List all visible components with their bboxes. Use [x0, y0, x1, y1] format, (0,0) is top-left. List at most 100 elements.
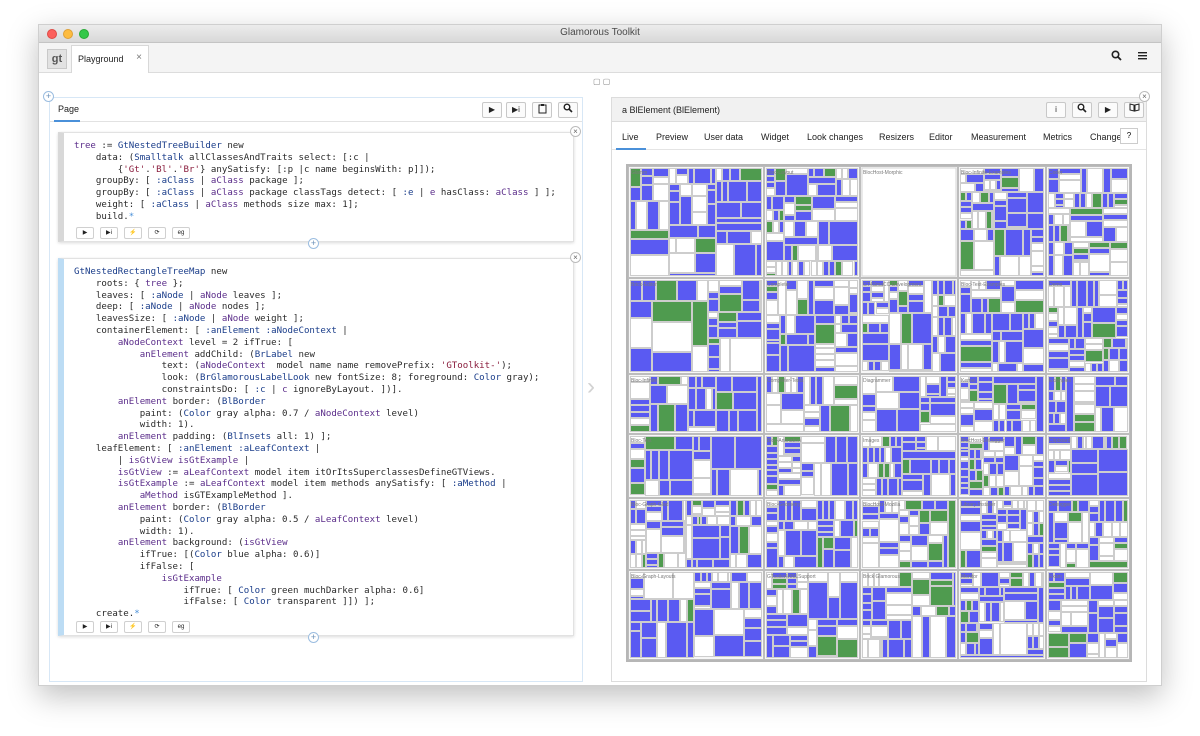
- leaf-cell[interactable]: [668, 599, 680, 622]
- leaf-cell[interactable]: [1106, 436, 1112, 449]
- leaf-cell[interactable]: [1031, 237, 1044, 243]
- leaf-cell[interactable]: [1091, 363, 1097, 372]
- leaf-cell[interactable]: [812, 209, 835, 221]
- leaf-cell[interactable]: [966, 643, 975, 655]
- leaf-cell[interactable]: [1117, 290, 1128, 298]
- leaf-cell[interactable]: [841, 315, 849, 324]
- leaf-cell[interactable]: [1103, 227, 1116, 242]
- leaf-cell[interactable]: [960, 600, 966, 611]
- leaf-cell[interactable]: [817, 656, 837, 658]
- leaf-cell[interactable]: [728, 181, 747, 202]
- leaf-cell[interactable]: [716, 202, 741, 218]
- leaf-cell[interactable]: [909, 510, 919, 516]
- leaf-cell[interactable]: [742, 300, 760, 312]
- leaf-cell[interactable]: [766, 393, 781, 405]
- leaf-cell[interactable]: [1027, 511, 1033, 523]
- leaf-cell[interactable]: [1114, 606, 1128, 613]
- leaf-cell[interactable]: [979, 638, 993, 655]
- leaf-cell[interactable]: [1103, 338, 1112, 348]
- leaf-cell[interactable]: [715, 500, 730, 506]
- leaf-cell[interactable]: [766, 542, 778, 548]
- leaf-cell[interactable]: [758, 469, 762, 496]
- leaf-cell[interactable]: [981, 520, 997, 526]
- leaf-cell[interactable]: [636, 201, 647, 230]
- leaf-cell[interactable]: [657, 622, 666, 658]
- tab-change[interactable]: Change: [1090, 132, 1122, 142]
- leaf-cell[interactable]: [938, 280, 944, 295]
- leaf-cell[interactable]: [630, 301, 652, 318]
- leaf-cell[interactable]: [733, 392, 757, 410]
- leaf-cell[interactable]: [1033, 623, 1039, 636]
- leaf-cell[interactable]: [999, 584, 1010, 587]
- leaf-cell[interactable]: [820, 405, 830, 432]
- leaf-cell[interactable]: [947, 376, 956, 382]
- leaf-cell[interactable]: [871, 637, 888, 639]
- leaf-cell[interactable]: [766, 606, 777, 614]
- leaf-cell[interactable]: [849, 315, 858, 324]
- leaf-cell[interactable]: [972, 192, 980, 203]
- snippet-example-button[interactable]: eg: [172, 227, 190, 239]
- leaf-cell[interactable]: [960, 457, 969, 461]
- leaf-cell[interactable]: [766, 355, 780, 372]
- leaf-cell[interactable]: [687, 622, 694, 658]
- leaf-cell[interactable]: [1073, 242, 1089, 248]
- leaf-cell[interactable]: [1027, 536, 1044, 543]
- leaf-cell[interactable]: [1048, 369, 1069, 372]
- pane-splitter-icon[interactable]: ▢ ▢: [593, 77, 610, 86]
- leaf-cell[interactable]: [960, 388, 969, 400]
- leaf-cell[interactable]: [696, 388, 706, 410]
- leaf-cell[interactable]: [693, 451, 711, 460]
- leaf-cell[interactable]: [1033, 511, 1039, 523]
- snippet-run-inspect-button[interactable]: ▶i: [100, 621, 118, 633]
- leaf-cell[interactable]: [976, 470, 983, 481]
- leaf-cell[interactable]: [979, 602, 985, 622]
- leaf-cell[interactable]: [1123, 500, 1128, 522]
- leaf-cell[interactable]: [1031, 229, 1044, 237]
- leaf-cell[interactable]: [948, 306, 956, 317]
- leaf-cell[interactable]: [766, 315, 780, 323]
- leaf-cell[interactable]: [912, 579, 930, 595]
- leaf-cell[interactable]: [1114, 626, 1128, 633]
- leaf-cell[interactable]: [1007, 384, 1018, 404]
- leaf-cell[interactable]: [1000, 256, 1019, 276]
- leaf-cell[interactable]: [666, 622, 687, 658]
- leaf-cell[interactable]: [931, 474, 950, 496]
- leaf-cell[interactable]: [708, 299, 719, 312]
- leaf-cell[interactable]: [740, 168, 762, 181]
- leaf-cell[interactable]: [1117, 643, 1128, 658]
- leaf-cell[interactable]: [801, 463, 814, 471]
- leaf-cell[interactable]: [834, 305, 849, 315]
- leaf-cell[interactable]: [1010, 530, 1027, 542]
- leaf-cell[interactable]: [899, 572, 912, 587]
- leaf-cell[interactable]: [751, 231, 762, 244]
- leaf-cell[interactable]: [1073, 260, 1089, 262]
- leaf-cell[interactable]: [651, 450, 659, 480]
- leaf-cell[interactable]: [652, 352, 692, 372]
- leaf-cell[interactable]: [1089, 537, 1099, 545]
- leaf-cell[interactable]: [862, 412, 876, 420]
- leaf-cell[interactable]: [1119, 360, 1128, 372]
- snippet-remove-icon[interactable]: ×: [570, 126, 581, 137]
- leaf-cell[interactable]: [730, 516, 736, 526]
- leaf-cell[interactable]: [1027, 636, 1033, 649]
- leaf-cell[interactable]: [960, 294, 971, 313]
- leaf-cell[interactable]: [686, 516, 692, 525]
- leaf-cell[interactable]: [630, 459, 645, 468]
- leaf-cell[interactable]: [920, 411, 930, 423]
- leaf-cell[interactable]: [766, 459, 778, 465]
- leaf-cell[interactable]: [835, 366, 858, 372]
- leaf-cell[interactable]: [1048, 473, 1071, 479]
- leaf-cell[interactable]: [1027, 649, 1044, 655]
- leaf-cell[interactable]: [715, 512, 730, 516]
- leaf-cell[interactable]: [659, 480, 670, 496]
- leaf-cell[interactable]: [939, 459, 949, 474]
- leaf-cell[interactable]: [1003, 542, 1013, 562]
- leaf-cell[interactable]: [1068, 225, 1070, 242]
- leaf-cell[interactable]: [899, 516, 909, 523]
- leaf-cell[interactable]: [818, 221, 829, 245]
- leaf-cell[interactable]: [677, 280, 697, 301]
- leaf-cell[interactable]: [1031, 272, 1044, 276]
- leaf-cell[interactable]: [1031, 243, 1044, 251]
- leaf-cell[interactable]: [836, 179, 842, 196]
- leaf-cell[interactable]: [630, 536, 646, 540]
